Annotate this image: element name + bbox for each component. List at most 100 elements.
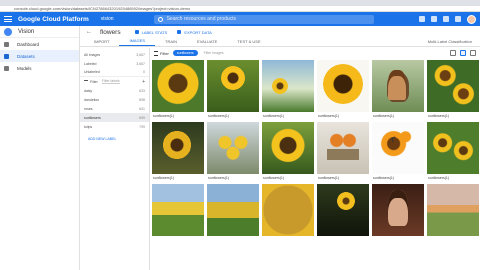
cloud-shell-icon[interactable] bbox=[419, 16, 425, 22]
image-thumbnail[interactable] bbox=[372, 122, 424, 174]
nav-item-dashboard[interactable]: Dashboard bbox=[0, 38, 79, 50]
image-thumbnail[interactable] bbox=[317, 184, 369, 236]
image-gallery: Filter sunflowers Filter images sunflowe… bbox=[150, 48, 480, 270]
image-tile[interactable]: sunflowers(1) bbox=[372, 122, 424, 182]
image-tile[interactable]: sunflowers(1) bbox=[427, 122, 479, 182]
label-row-dandelion[interactable]: dandelion 898 bbox=[80, 95, 149, 104]
add-icon[interactable]: + bbox=[142, 79, 145, 85]
avatar[interactable] bbox=[467, 14, 476, 24]
image-caption: sunflowers(1) bbox=[263, 176, 285, 180]
tab-images[interactable]: IMAGES bbox=[119, 38, 156, 46]
image-thumbnail[interactable] bbox=[262, 60, 314, 112]
image-tile[interactable]: sunflowers(1) bbox=[152, 60, 204, 120]
filter-all-images[interactable]: All images 3,667 bbox=[80, 50, 149, 59]
image-tile[interactable]: sunflowers(1) bbox=[427, 60, 479, 120]
image-thumbnail[interactable] bbox=[152, 60, 204, 112]
filter-count: 3,667 bbox=[136, 61, 145, 66]
face-shape bbox=[391, 78, 405, 96]
image-thumbnail[interactable] bbox=[262, 122, 314, 174]
label-row-daisy[interactable]: daisy 633 bbox=[80, 86, 149, 95]
url-text[interactable]: console.cloud.google.com/vision/datasets… bbox=[14, 6, 190, 11]
label-count: 799 bbox=[139, 124, 145, 129]
image-tile[interactable]: sunflowers(1) bbox=[152, 122, 204, 182]
image-thumbnail[interactable] bbox=[207, 184, 259, 236]
label-row-sunflowers[interactable]: sunflowers 699 bbox=[80, 113, 149, 122]
filter-label: Labeled bbox=[84, 61, 97, 66]
filter-unlabeled[interactable]: Unlabeled 0 bbox=[80, 68, 149, 77]
image-thumbnail[interactable] bbox=[372, 60, 424, 112]
image-thumbnail[interactable] bbox=[262, 184, 314, 236]
label-name: roses bbox=[84, 106, 93, 111]
console-title[interactable]: Google Cloud Platform bbox=[18, 16, 89, 23]
image-tile[interactable]: sunflowers(1) bbox=[317, 60, 369, 120]
nav-item-datasets[interactable]: Datasets bbox=[0, 50, 79, 62]
project-selector[interactable]: vision bbox=[101, 16, 114, 22]
image-tile[interactable]: sunflowers(1) bbox=[372, 60, 424, 120]
image-thumbnail[interactable] bbox=[152, 122, 204, 174]
add-new-label-button[interactable]: ADD NEW LABEL bbox=[80, 131, 149, 147]
notifications-icon[interactable] bbox=[443, 16, 449, 22]
image-caption bbox=[427, 236, 479, 244]
hamburger-menu-icon[interactable] bbox=[4, 16, 12, 22]
image-tile[interactable]: sunflowers(1) bbox=[317, 122, 369, 182]
tab-evaluate[interactable]: EVALUATE bbox=[187, 39, 227, 46]
tab-train[interactable]: TRAIN bbox=[155, 39, 187, 46]
image-tile[interactable]: sunflowers(1) bbox=[262, 122, 314, 182]
image-thumbnail[interactable] bbox=[427, 122, 479, 174]
image-thumbnail[interactable] bbox=[317, 60, 369, 112]
more-vert-icon[interactable] bbox=[455, 16, 461, 22]
sunflowers-filter-chip[interactable]: sunflowers bbox=[172, 50, 198, 56]
label-name: daisy bbox=[84, 88, 93, 93]
image-tile[interactable] bbox=[152, 184, 204, 244]
image-caption: sunflowers(1) bbox=[208, 176, 230, 180]
image-tile[interactable]: sunflowers(1) bbox=[207, 122, 259, 182]
export-icon bbox=[177, 30, 182, 34]
filter-labeled[interactable]: Labeled 3,667 bbox=[80, 59, 149, 68]
label-row-roses[interactable]: roses 641 bbox=[80, 104, 149, 113]
image-thumbnail[interactable] bbox=[427, 60, 479, 112]
image-thumbnail[interactable] bbox=[372, 184, 424, 236]
image-caption bbox=[262, 236, 314, 244]
product-header: Vision bbox=[0, 26, 79, 38]
tab-test-use[interactable]: TEST & USE bbox=[227, 39, 270, 46]
filter-count: 0 bbox=[143, 70, 145, 74]
image-caption: sunflowers(1) bbox=[373, 114, 395, 118]
image-caption: sunflowers(1) bbox=[318, 176, 340, 180]
search-box[interactable]: Search resources and products bbox=[153, 14, 374, 24]
gcp-top-bar: Google Cloud Platform vision Search reso… bbox=[0, 12, 480, 26]
nav-item-models[interactable]: Models bbox=[0, 62, 79, 74]
image-thumbnail[interactable] bbox=[207, 122, 259, 174]
image-thumbnail[interactable] bbox=[152, 184, 204, 236]
back-arrow-icon[interactable]: ← bbox=[86, 29, 92, 35]
label-filter-panel: All images 3,667 Labeled 3,667 Unlabeled… bbox=[80, 48, 150, 270]
dataset-tabs: IMPORT IMAGES TRAIN EVALUATE TEST & USE … bbox=[80, 38, 480, 47]
label-row-tulips[interactable]: tulips 799 bbox=[80, 122, 149, 131]
image-caption: sunflowers(1) bbox=[153, 176, 175, 180]
image-tile[interactable] bbox=[372, 184, 424, 244]
select-all-icon[interactable] bbox=[450, 50, 456, 56]
filter-title: Filter bbox=[90, 79, 98, 84]
list-view-icon[interactable] bbox=[470, 50, 476, 56]
filter-count: 3,667 bbox=[136, 52, 145, 57]
export-data-button[interactable]: EXPORT DATA bbox=[177, 30, 212, 35]
image-thumbnail[interactable] bbox=[427, 184, 479, 236]
help-icon[interactable] bbox=[431, 16, 437, 22]
image-thumbnail[interactable] bbox=[317, 122, 369, 174]
image-tile[interactable] bbox=[207, 184, 259, 244]
grid-view-icon[interactable] bbox=[460, 50, 466, 56]
image-tile[interactable]: sunflowers(1) bbox=[262, 60, 314, 120]
tab-import[interactable]: IMPORT bbox=[84, 39, 119, 46]
image-caption bbox=[317, 236, 369, 244]
gallery-filter-label[interactable]: Filter bbox=[154, 51, 169, 56]
image-tile[interactable] bbox=[317, 184, 369, 244]
image-tile[interactable]: sunflowers(1) bbox=[207, 60, 259, 120]
filter-labels-input[interactable]: Filter labels bbox=[101, 79, 120, 84]
label-stats-button[interactable]: LABEL STATS bbox=[134, 30, 167, 35]
image-tile[interactable] bbox=[427, 184, 479, 244]
filter-images-input[interactable]: Filter images bbox=[204, 51, 224, 55]
image-tile[interactable] bbox=[262, 184, 314, 244]
filter-label: Unlabeled bbox=[84, 70, 100, 74]
filter-label: All images bbox=[84, 52, 101, 57]
datasets-icon bbox=[4, 53, 9, 59]
image-thumbnail[interactable] bbox=[207, 60, 259, 112]
